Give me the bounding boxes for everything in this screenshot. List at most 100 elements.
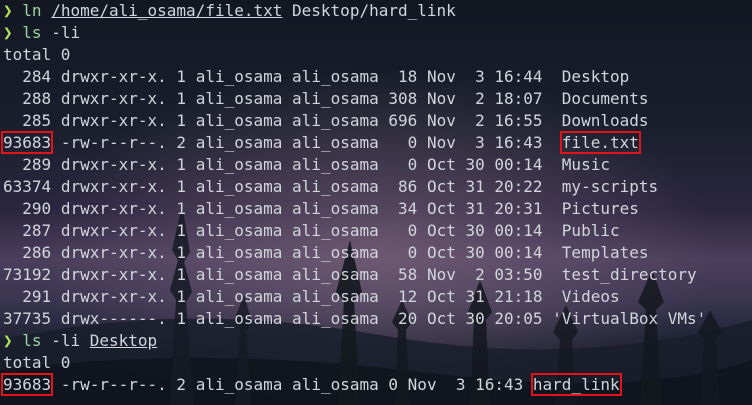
inode: 284 [3,67,52,86]
group: ali_osama [292,133,379,152]
link-count: 1 [176,243,187,262]
command-arg-source: /home/ali_osama/file.txt [51,1,283,20]
date: Nov 2 18:07 [426,89,543,108]
date: Oct 31 20:31 [426,199,543,218]
date: Nov 3 16:43 [426,133,543,152]
owner: ali_osama [195,243,283,262]
listing-row: 73192 drwxr-xr-x. 1 ali_osama ali_osama … [3,264,706,286]
group: ali_osama [292,287,379,306]
size: 0 [388,243,418,262]
link-count: 1 [176,89,187,108]
size: 0 [388,155,418,174]
owner: ali_osama [195,89,283,108]
group: ali_osama [292,199,379,218]
command-flags: -li [51,331,81,350]
listing-row: 289 drwxr-xr-x. 1 ali_osama ali_osama 0 … [3,154,706,176]
size: 0 [388,133,418,152]
link-count: 1 [176,309,187,328]
listing-row: 291 drwxr-xr-x. 1 ali_osama ali_osama 12… [3,286,706,308]
owner: ali_osama [195,67,283,86]
permissions: drwxr-xr-x. [60,67,167,86]
permissions: drwxr-xr-x. [60,287,167,306]
permissions: drwxr-xr-x. [60,265,167,284]
inode: 290 [3,199,52,218]
date: Oct 30 00:14 [426,243,543,262]
listing-row: 285 drwxr-xr-x. 1 ali_osama ali_osama 69… [3,110,706,132]
entry-name: Pictures [561,199,639,218]
entry-name: test_directory [561,265,697,284]
entry-name: Templates [561,243,649,262]
permissions: drwxr-xr-x. [60,89,167,108]
entry-name-highlighted: file.txt [559,131,641,154]
size: 20 [388,309,418,328]
group: ali_osama [292,177,379,196]
inode: 285 [3,111,52,130]
inode: 286 [3,243,52,262]
group: ali_osama [292,221,379,240]
owner: ali_osama [195,375,283,394]
group: ali_osama [292,67,379,86]
link-count: 1 [176,67,187,86]
permissions: drwx------. [60,309,167,328]
listing-row: 288 drwxr-xr-x. 1 ali_osama ali_osama 30… [3,88,706,110]
link-count: 1 [176,155,187,174]
permissions: drwxr-xr-x. [60,111,167,130]
group: ali_osama [292,265,379,284]
size: 58 [388,265,418,284]
link-count: 2 [176,375,187,394]
date: Nov 3 16:43 [407,375,524,394]
size: 696 [388,111,418,130]
date: Oct 30 00:14 [426,221,543,240]
inode: 63374 [3,177,52,196]
owner: ali_osama [195,155,283,174]
entry-name-highlighted: hard_link [530,373,622,396]
entry-name: Music [561,155,610,174]
entry-name: Desktop [561,67,630,86]
permissions: -rw-r--r--. [60,133,167,152]
size: 34 [388,199,418,218]
link-count: 1 [176,111,187,130]
permissions: drwxr-xr-x. [60,155,167,174]
listing-row: 290 drwxr-xr-x. 1 ali_osama ali_osama 34… [3,198,706,220]
date: Nov 3 16:44 [426,67,543,86]
listing-row: 37735 drwx------. 1 ali_osama ali_osama … [3,308,706,330]
listing-row: 63374 drwxr-xr-x. 1 ali_osama ali_osama … [3,176,706,198]
owner: ali_osama [195,111,283,130]
command-line-ls-desktop: ❯ ls -li Desktop [3,330,706,352]
date: Oct 31 21:18 [426,287,543,306]
command-arg-target: Desktop/hard_link [292,1,456,20]
inode: 291 [3,287,52,306]
command-name: ls [22,331,42,350]
group: ali_osama [292,375,379,394]
inode: 73192 [3,265,52,284]
permissions: -rw-r--r--. [60,375,167,394]
total-line: total 0 [3,45,71,64]
size: 18 [388,67,418,86]
entry-name: Videos [561,287,620,306]
date: Nov 2 03:50 [426,265,543,284]
date: Oct 30 00:14 [426,155,543,174]
size: 12 [388,287,418,306]
prompt-chevron-icon: ❯ [3,23,13,42]
owner: ali_osama [195,221,283,240]
listing-row-file-txt: 93683 -rw-r--r--. 2 ali_osama ali_osama … [0,131,706,154]
inode: 287 [3,221,52,240]
command-flags: -li [51,23,81,42]
owner: ali_osama [195,199,283,218]
command-line-ls: ❯ ls -li [3,22,706,44]
inode: 37735 [3,309,52,328]
permissions: drwxr-xr-x. [60,221,167,240]
prompt-chevron-icon: ❯ [3,331,13,350]
date: Nov 2 16:55 [426,111,543,130]
terminal-window[interactable]: ❯ ln /home/ali_osama/file.txt Desktop/ha… [0,0,752,405]
size: 86 [388,177,418,196]
size: 0 [388,221,418,240]
inode: 289 [3,155,52,174]
listing-row-hard-link: 93683 -rw-r--r--. 2 ali_osama ali_osama … [0,373,706,396]
group: ali_osama [292,243,379,262]
size: 0 [388,375,399,394]
permissions: drwxr-xr-x. [60,199,167,218]
command-name: ls [22,23,42,42]
link-count: 1 [176,177,187,196]
date: Oct 30 20:05 [426,309,543,328]
